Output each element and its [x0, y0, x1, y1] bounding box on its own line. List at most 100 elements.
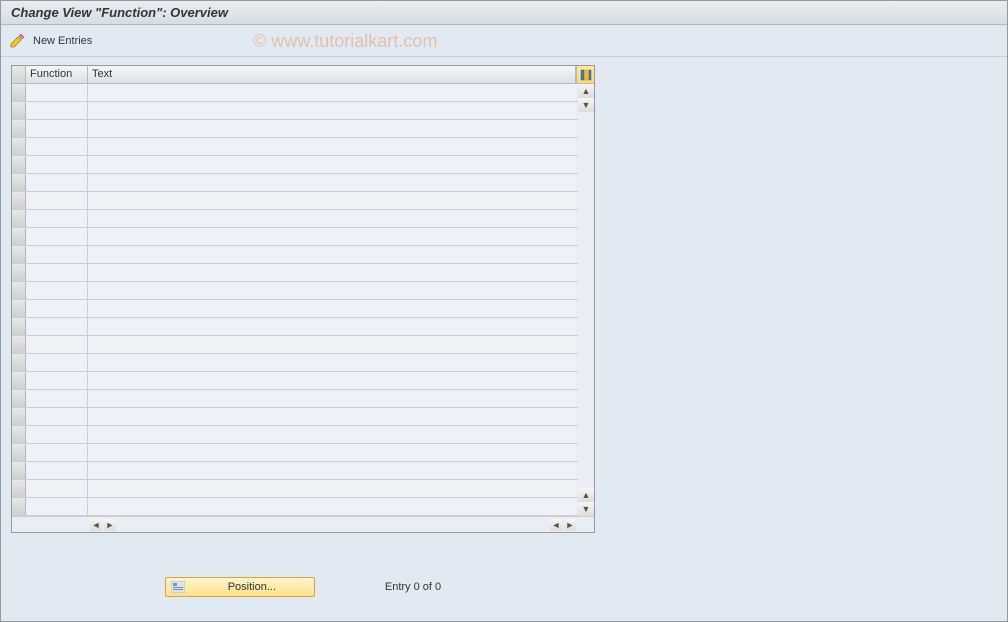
cell-text[interactable]: [88, 318, 576, 335]
cell-text[interactable]: [88, 498, 576, 515]
cell-function[interactable]: [26, 408, 88, 425]
row-selector[interactable]: [12, 264, 26, 281]
row-selector[interactable]: [12, 174, 26, 191]
row-selector[interactable]: [12, 120, 26, 137]
scroll-down-icon[interactable]: ▼: [578, 502, 594, 516]
cell-function[interactable]: [26, 246, 88, 263]
table-row[interactable]: [12, 372, 594, 390]
table-row[interactable]: [12, 84, 594, 102]
row-selector[interactable]: [12, 300, 26, 317]
cell-text[interactable]: [88, 174, 576, 191]
cell-function[interactable]: [26, 300, 88, 317]
cell-function[interactable]: [26, 264, 88, 281]
cell-text[interactable]: [88, 264, 576, 281]
cell-function[interactable]: [26, 120, 88, 137]
cell-function[interactable]: [26, 480, 88, 497]
scroll-right-icon[interactable]: ►: [564, 519, 576, 531]
cell-function[interactable]: [26, 156, 88, 173]
cell-text[interactable]: [88, 444, 576, 461]
cell-function[interactable]: [26, 390, 88, 407]
row-selector[interactable]: [12, 192, 26, 209]
table-row[interactable]: [12, 444, 594, 462]
table-row[interactable]: [12, 390, 594, 408]
row-selector[interactable]: [12, 138, 26, 155]
cell-text[interactable]: [88, 336, 576, 353]
cell-text[interactable]: [88, 228, 576, 245]
table-row[interactable]: [12, 264, 594, 282]
row-selector[interactable]: [12, 156, 26, 173]
row-selector[interactable]: [12, 408, 26, 425]
cell-function[interactable]: [26, 84, 88, 101]
row-selector[interactable]: [12, 210, 26, 227]
cell-function[interactable]: [26, 102, 88, 119]
cell-text[interactable]: [88, 354, 576, 371]
row-selector[interactable]: [12, 498, 26, 515]
cell-function[interactable]: [26, 282, 88, 299]
table-settings-icon[interactable]: [576, 66, 594, 83]
table-row[interactable]: [12, 228, 594, 246]
row-selector[interactable]: [12, 426, 26, 443]
table-row[interactable]: [12, 120, 594, 138]
cell-text[interactable]: [88, 426, 576, 443]
pencil-icon[interactable]: [9, 33, 25, 49]
cell-text[interactable]: [88, 282, 576, 299]
cell-function[interactable]: [26, 426, 88, 443]
row-selector[interactable]: [12, 372, 26, 389]
cell-text[interactable]: [88, 390, 576, 407]
cell-text[interactable]: [88, 156, 576, 173]
scroll-right-icon[interactable]: ►: [104, 519, 116, 531]
table-row[interactable]: [12, 426, 594, 444]
table-row[interactable]: [12, 174, 594, 192]
cell-function[interactable]: [26, 210, 88, 227]
cell-function[interactable]: [26, 192, 88, 209]
row-selector[interactable]: [12, 102, 26, 119]
scroll-left-icon[interactable]: ◄: [550, 519, 562, 531]
cell-function[interactable]: [26, 138, 88, 155]
cell-function[interactable]: [26, 372, 88, 389]
position-button[interactable]: Position...: [165, 577, 315, 597]
cell-text[interactable]: [88, 408, 576, 425]
scroll-up-icon[interactable]: ▲: [578, 488, 594, 502]
cell-text[interactable]: [88, 102, 576, 119]
cell-function[interactable]: [26, 174, 88, 191]
table-row[interactable]: [12, 336, 594, 354]
table-row[interactable]: [12, 210, 594, 228]
table-row[interactable]: [12, 138, 594, 156]
row-selector[interactable]: [12, 480, 26, 497]
scroll-up-icon[interactable]: ▲: [578, 84, 594, 98]
vertical-scrollbar[interactable]: ▲ ▼ ▲ ▼: [578, 84, 594, 516]
table-row[interactable]: [12, 354, 594, 372]
cell-function[interactable]: [26, 444, 88, 461]
column-header-function[interactable]: Function: [26, 66, 88, 83]
cell-text[interactable]: [88, 462, 576, 479]
row-selector[interactable]: [12, 318, 26, 335]
table-row[interactable]: [12, 192, 594, 210]
table-row[interactable]: [12, 282, 594, 300]
cell-function[interactable]: [26, 228, 88, 245]
table-row[interactable]: [12, 462, 594, 480]
cell-function[interactable]: [26, 336, 88, 353]
row-selector[interactable]: [12, 462, 26, 479]
cell-text[interactable]: [88, 210, 576, 227]
row-selector[interactable]: [12, 390, 26, 407]
table-row[interactable]: [12, 156, 594, 174]
table-row[interactable]: [12, 102, 594, 120]
row-selector[interactable]: [12, 444, 26, 461]
cell-text[interactable]: [88, 246, 576, 263]
row-selector[interactable]: [12, 336, 26, 353]
scroll-left-icon[interactable]: ◄: [90, 519, 102, 531]
cell-text[interactable]: [88, 120, 576, 137]
new-entries-button[interactable]: New Entries: [33, 35, 92, 47]
row-selector[interactable]: [12, 246, 26, 263]
cell-function[interactable]: [26, 498, 88, 515]
cell-text[interactable]: [88, 192, 576, 209]
row-selector[interactable]: [12, 84, 26, 101]
cell-function[interactable]: [26, 318, 88, 335]
cell-text[interactable]: [88, 300, 576, 317]
column-header-text[interactable]: Text: [88, 66, 576, 83]
horizontal-scrollbar[interactable]: ◄ ► ◄ ►: [12, 516, 594, 532]
table-row[interactable]: [12, 408, 594, 426]
table-row[interactable]: [12, 246, 594, 264]
cell-text[interactable]: [88, 480, 576, 497]
table-row[interactable]: [12, 300, 594, 318]
